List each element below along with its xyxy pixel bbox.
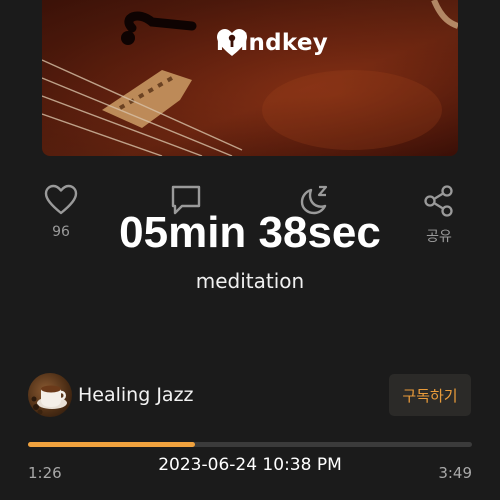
coffee-cup-icon (31, 385, 67, 415)
album-cover: mindkey (42, 0, 458, 156)
violin-artwork (42, 0, 458, 156)
subscribe-button[interactable]: 구독하기 (389, 374, 471, 416)
progress-bar[interactable] (28, 442, 472, 447)
category-label: meditation (195, 269, 305, 293)
channel-avatar[interactable] (28, 373, 72, 417)
session-timer: 05min 38sec (119, 208, 381, 257)
channel-name[interactable]: Healing Jazz (78, 384, 194, 406)
timestamp-overlay: 2023-06-24 10:38 PM (158, 455, 342, 475)
progress-fill (28, 442, 196, 447)
mindkey-logo-icon (217, 29, 247, 56)
brand-logo: mindkey (216, 28, 328, 58)
